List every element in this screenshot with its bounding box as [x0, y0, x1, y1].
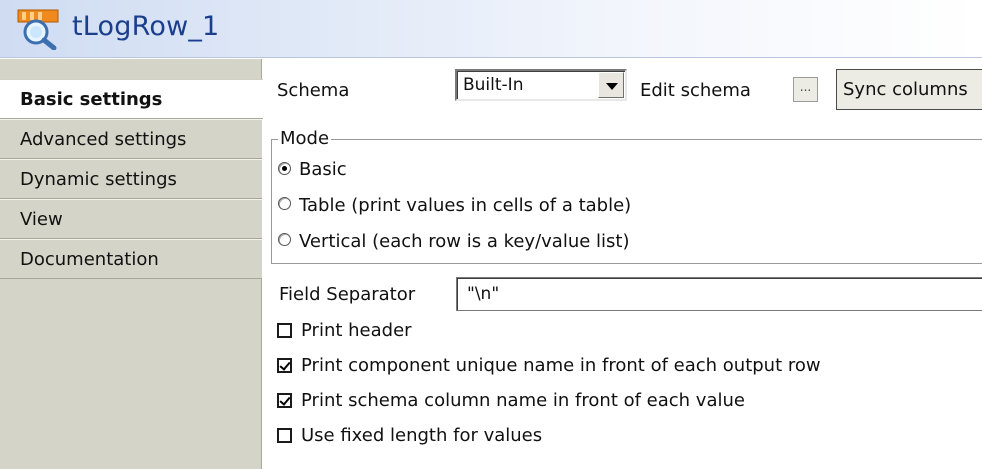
tab-documentation[interactable]: Documentation: [0, 239, 262, 279]
sync-columns-button[interactable]: Sync columns: [836, 69, 982, 110]
print-column-name-checkbox[interactable]: [277, 393, 292, 408]
print-header-checkbox[interactable]: [277, 323, 292, 338]
mode-table-radio[interactable]: [278, 197, 291, 210]
component-title: tLogRow_1: [72, 11, 220, 42]
schema-type-select[interactable]: Built-In: [455, 69, 627, 101]
tab-advanced-settings[interactable]: Advanced settings: [0, 119, 262, 159]
field-separator-label: Field Separator: [279, 284, 416, 305]
tab-label: Basic settings: [20, 88, 163, 110]
print-unique-name-checkbox[interactable]: [277, 358, 292, 373]
field-separator-value: "\n": [467, 284, 500, 304]
tab-label: View: [20, 208, 63, 230]
title-bar: tLogRow_1: [0, 0, 982, 58]
edit-schema-button[interactable]: ...: [793, 77, 818, 102]
mode-group: Mode Basic Table (print values in cells …: [271, 128, 982, 264]
tab-view[interactable]: View: [0, 199, 262, 239]
chevron-down-icon[interactable]: [598, 72, 624, 98]
schema-type-value: Built-In: [463, 75, 524, 95]
tab-basic-settings[interactable]: Basic settings: [0, 79, 263, 119]
log-row-component-icon: [17, 9, 59, 50]
print-header-label: Print header: [301, 320, 412, 341]
mode-vertical-radio[interactable]: [278, 233, 291, 246]
tab-label: Documentation: [20, 248, 159, 270]
fixed-length-label: Use fixed length for values: [301, 425, 543, 446]
schema-label: Schema: [277, 80, 350, 101]
tab-label: Dynamic settings: [20, 168, 177, 190]
mode-table-label: Table (print values in cells of a table): [299, 195, 632, 216]
field-separator-input[interactable]: "\n": [456, 277, 982, 311]
tab-dynamic-settings[interactable]: Dynamic settings: [0, 159, 262, 199]
mode-legend: Mode: [278, 128, 332, 149]
print-unique-name-label: Print component unique name in front of …: [301, 355, 821, 376]
basic-settings-panel: Schema Built-In Edit schema ... Sync col…: [263, 59, 982, 469]
mode-basic-radio[interactable]: [278, 162, 291, 175]
print-column-name-label: Print schema column name in front of eac…: [301, 390, 745, 411]
fixed-length-checkbox[interactable]: [277, 428, 292, 443]
mode-basic-label: Basic: [299, 159, 347, 180]
mode-vertical-label: Vertical (each row is a key/value list): [299, 231, 630, 252]
edit-schema-label: Edit schema: [640, 80, 751, 101]
tab-label: Advanced settings: [20, 128, 187, 150]
